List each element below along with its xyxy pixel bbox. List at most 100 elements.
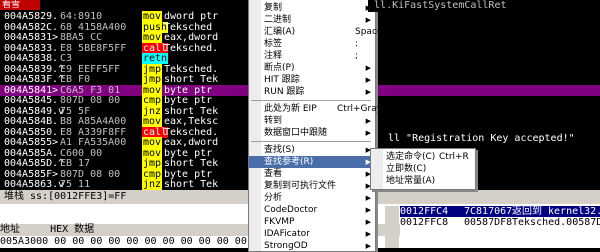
- disasm-hex: E8 A339F8FF: [60, 126, 127, 138]
- disasm-mnemonic: retn: [142, 53, 169, 64]
- disasm-hex: E9 EEFF5FF: [60, 63, 121, 75]
- disasm-hex: EB F0: [60, 74, 91, 85]
- disasm-operands: Teksched.: [164, 126, 219, 138]
- disasm-marker: .: [52, 21, 59, 33]
- stack-row[interactable]: 0012FFC8 00587DF8Teksched.00587DF8: [400, 217, 600, 228]
- disasm-operands: short Tek: [164, 158, 219, 169]
- disasm-mnemonic: cmp: [142, 168, 163, 180]
- menu-item[interactable]: 二进制 ▶: [249, 14, 375, 26]
- menu-item-label: 此处为新 EIP: [264, 104, 317, 114]
- submenu-item[interactable]: 地址常量(A): [371, 175, 475, 187]
- disasm-hex: 75 11: [60, 179, 91, 190]
- menu-item-label: 查找参考(R): [264, 157, 314, 167]
- menu-item[interactable]: 此处为新 EIP Ctrl+Gray *: [249, 103, 389, 115]
- menu-item-label: 注释: [264, 51, 283, 61]
- disasm-hex: 807D 08 00: [60, 95, 121, 106]
- menu-item[interactable]: 转到 ▶: [249, 115, 375, 127]
- disasm-mnemonic: mov: [142, 116, 163, 127]
- submenu-item-label: 地址常量(A): [386, 176, 436, 186]
- disasm-hex: A1 FA535A00: [60, 137, 127, 148]
- disasm-hex: 807D 08 00: [60, 168, 121, 180]
- disasm-operands: eax,Teksc: [164, 116, 219, 127]
- submenu-item[interactable]: 立即数(C): [371, 163, 475, 175]
- disasm-operands: dword ptr: [164, 11, 219, 22]
- disasm-hex: C600 00: [60, 147, 103, 159]
- menu-item[interactable]: IDAFicator ▶: [249, 228, 375, 240]
- menu-item[interactable]: 标签:: [249, 38, 375, 50]
- menu-item-label: RUN 跟踪: [264, 87, 305, 97]
- menu-item[interactable]: FKVMP ▶: [249, 216, 375, 228]
- stack-row[interactable]: 0012FFC4 7C817067返回到 kernel32.7C8: [400, 206, 600, 217]
- menu-item[interactable]: 查找参考(R) ▶: [249, 156, 375, 168]
- find-references-submenu: 选定命令(C) Ctrl+R 立即数(C) 地址常量(A): [370, 148, 476, 190]
- menu-separator: [251, 141, 371, 142]
- disasm-address: 004A5833: [4, 42, 53, 54]
- disasm-address: 004A582C: [4, 21, 53, 33]
- disasm-marker: >: [52, 84, 59, 96]
- disasm-hex: E8 5BE8F5FF: [60, 42, 127, 54]
- disasm-operands: byte ptr: [164, 147, 213, 159]
- submenu-item-label: 立即数(C): [386, 164, 427, 174]
- right-comment-header: ll.KiFastSystemCallRet: [368, 0, 600, 12]
- menu-item-label: 数据窗口中跟随: [264, 128, 328, 138]
- dump-scrollbar[interactable]: [385, 206, 399, 248]
- disasm-mnemonic: jmp: [142, 63, 163, 75]
- disasm-mnemonic: jmp: [142, 158, 163, 169]
- disasm-marker: .: [52, 147, 59, 159]
- menu-item[interactable]: 数据窗口中跟随 ▶: [249, 127, 375, 139]
- disasm-mnemonic: jnz: [142, 179, 163, 190]
- menu-item[interactable]: 查找(S) ▶: [249, 144, 375, 156]
- disasm-address: 004A5850: [4, 126, 53, 138]
- disasm-mnemonic: mov: [142, 147, 163, 159]
- disasm-operands: Teksched.: [164, 42, 219, 54]
- disasm-marker: .: [52, 11, 59, 22]
- menu-item[interactable]: 分析 ▶: [249, 192, 375, 204]
- disasm-mnemonic: mov: [142, 32, 163, 43]
- disasm-hex: C6A5 F3 01: [60, 84, 121, 96]
- menu-item-label: HIT 跟踪: [264, 75, 300, 85]
- disasm-address: 004A5845: [4, 95, 53, 106]
- disasm-address: 004A5855: [4, 137, 53, 148]
- disasm-address: 004A5849: [4, 105, 53, 117]
- disasm-marker: .: [52, 95, 59, 106]
- disasm-operands: short Tek: [164, 179, 219, 190]
- submenu-item[interactable]: 选定命令(C) Ctrl+R: [371, 151, 475, 163]
- disasm-address: 004A5838: [4, 53, 53, 64]
- menu-item[interactable]: 断点(P) ▶: [249, 62, 375, 74]
- menu-item[interactable]: HIT 跟踪 ▶: [249, 74, 375, 86]
- menu-item[interactable]: 复制▶: [249, 2, 375, 14]
- disasm-operands: Teksched.: [164, 63, 219, 75]
- disasm-marker: .: [52, 126, 59, 138]
- disasm-marker: >: [52, 32, 59, 43]
- disasm-address: 004A5831: [4, 32, 53, 43]
- stack-comment: Teksched.00587DF8: [512, 217, 600, 228]
- disasm-mnemonic: jmp: [142, 74, 163, 85]
- window-tag: 看雪: [0, 0, 40, 10]
- menu-item-shortcut: :: [355, 39, 359, 49]
- menu-item[interactable]: 查看 ▶: [249, 168, 375, 180]
- stack-pane[interactable]: 0012FFC47C817067返回到 kernel32.7C80012FFC8…: [400, 204, 600, 248]
- menu-item-label: 复制到可执行文件: [264, 181, 337, 191]
- submenu-arrow-icon: ▶: [365, 218, 371, 226]
- disasm-address: 004A5829: [4, 11, 53, 22]
- disasm-address: 004A585D: [4, 158, 53, 169]
- disasm-hex: 8BA5 CC: [60, 32, 103, 43]
- menu-item[interactable]: RUN 跟踪 ▶: [249, 86, 375, 98]
- disasm-marker: .: [52, 42, 59, 54]
- menu-item-label: CodeDoctor: [264, 205, 318, 215]
- menu-item[interactable]: StrongOD ▶: [249, 240, 375, 252]
- disasm-operands: short Tek: [164, 105, 219, 117]
- menu-item[interactable]: 复制到可执行文件 ▶: [249, 180, 375, 192]
- submenu-arrow-icon: ▶: [365, 88, 371, 96]
- submenu-arrow-icon: ▶: [365, 129, 371, 137]
- stack-value: 00587DF8: [464, 217, 513, 228]
- disasm-operands: byte ptr: [164, 95, 213, 106]
- disasm-address: 004A585F: [4, 168, 53, 180]
- menu-item-label: 汇编(A): [264, 27, 296, 37]
- disasm-operands: eax,dword: [164, 32, 219, 43]
- disasm-mnemonic: cmp: [142, 95, 163, 106]
- menu-item[interactable]: 汇编(A) Space: [249, 26, 382, 38]
- menu-item[interactable]: 注释;: [249, 50, 375, 62]
- submenu-arrow-icon: ▶: [365, 64, 371, 72]
- menu-item[interactable]: CodeDoctor ▶: [249, 204, 375, 216]
